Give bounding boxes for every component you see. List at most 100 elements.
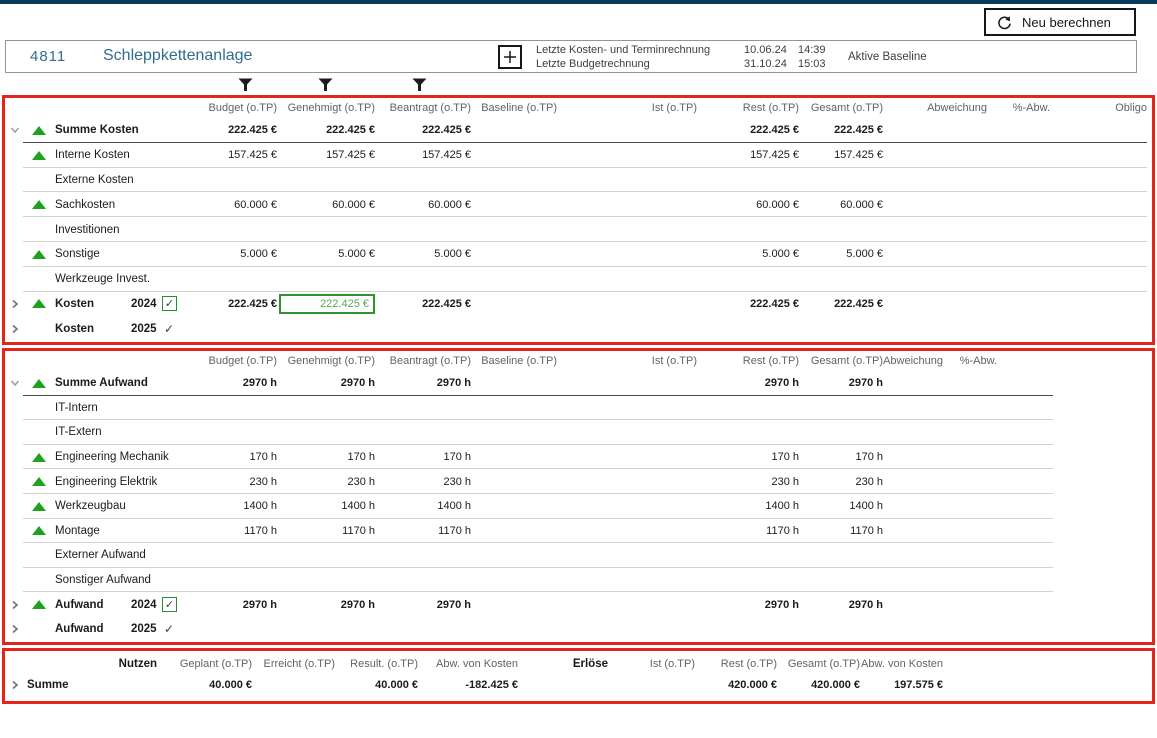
column-header: %-Abw. xyxy=(943,355,997,367)
column-header: Genehmigt (o.TP) xyxy=(277,355,375,367)
recalculate-label: Neu berechnen xyxy=(1022,15,1111,30)
triangle-up-icon xyxy=(32,151,46,160)
column-header: Abweichung xyxy=(883,102,987,114)
column-header-row: NutzenGeplant (o.TP)Erreicht (o.TP)Resul… xyxy=(5,654,943,674)
last-cost-calc-label: Letzte Kosten- und Terminrechnung xyxy=(536,44,710,58)
column-header: Rest (o.TP) xyxy=(697,355,799,367)
table-row: IT-Extern xyxy=(5,420,1053,445)
table-row: Interne Kosten157.425 €157.425 €157.425 … xyxy=(5,143,1147,168)
value-cell: 60.000 € xyxy=(799,199,883,211)
row-label: Montage xyxy=(53,525,157,537)
row-label: Externe Kosten xyxy=(53,174,157,186)
column-header: Rest (o.TP) xyxy=(697,102,799,114)
value-cell: 230 h xyxy=(277,476,375,488)
chevron-right-icon[interactable] xyxy=(5,323,25,335)
check-cell: ✓ xyxy=(157,597,203,612)
column-header: Erreicht (o.TP) xyxy=(252,658,335,670)
row-label: Kosten xyxy=(53,298,131,310)
table-row: Engineering Mechanik170 h170 h170 h170 h… xyxy=(5,445,1053,470)
row-label: Interne Kosten xyxy=(53,149,157,161)
chevron-down-icon[interactable] xyxy=(5,377,25,389)
table-row: Aufwand2025✓ xyxy=(5,617,1053,642)
value-cell: 222.425 € xyxy=(203,298,277,310)
trend-cell xyxy=(25,526,53,535)
trend-cell xyxy=(25,250,53,259)
value-cell: 40.000 € xyxy=(157,679,252,691)
project-name: Schleppkettenanlage xyxy=(103,47,252,65)
triangle-up-icon xyxy=(32,502,46,511)
column-header: Beantragt (o.TP) xyxy=(375,355,471,367)
value-cell: 157.425 € xyxy=(799,149,883,161)
value-cell: 2970 h xyxy=(697,599,799,611)
last-budget-calc-date: 31.10.24 xyxy=(744,58,787,72)
column-header-row: Budget (o.TP)Genehmigt (o.TP)Beantragt (… xyxy=(5,351,1053,371)
value-cell: 222.425 € xyxy=(799,298,883,310)
chevron-right-icon[interactable] xyxy=(5,298,25,310)
summe-section: NutzenGeplant (o.TP)Erreicht (o.TP)Resul… xyxy=(2,648,1155,704)
table-row: Sonstige5.000 €5.000 €5.000 €5.000 €5.00… xyxy=(5,242,1147,267)
value-cell: 197.575 € xyxy=(860,679,943,691)
editable-value-cell[interactable]: 222.425 € xyxy=(279,294,375,314)
value-cell: 170 h xyxy=(799,451,883,463)
value-cell: 222.425 € xyxy=(277,124,375,136)
row-label: Sonstige xyxy=(53,248,157,260)
row-label: IT-Intern xyxy=(53,402,157,414)
column-header: Gesamt (o.TP) xyxy=(777,658,860,670)
column-header: Ist (o.TP) xyxy=(557,102,697,114)
column-header: Nutzen xyxy=(25,658,157,670)
last-calculation-times: 14:39 15:03 xyxy=(798,44,826,71)
value-cell: 170 h xyxy=(203,451,277,463)
value-cell: 1170 h xyxy=(799,525,883,537)
checkmark-icon: ✓ xyxy=(164,322,174,336)
last-cost-calc-time: 14:39 xyxy=(798,44,826,58)
column-header: Abw. von Kosten xyxy=(418,658,518,670)
filter-icon[interactable] xyxy=(238,78,253,93)
column-header: Abw. von Kosten xyxy=(860,658,943,670)
row-label: IT-Extern xyxy=(53,426,157,438)
column-header: Geplant (o.TP) xyxy=(157,658,252,670)
value-cell: 222.425 € xyxy=(203,124,277,136)
value-cell: 5.000 € xyxy=(697,248,799,260)
row-label: Werkzeugbau xyxy=(53,500,157,512)
value-cell: 222.425 € xyxy=(277,294,375,314)
refresh-icon xyxy=(996,14,1013,31)
trend-cell xyxy=(25,600,53,609)
table-row: Externe Kosten xyxy=(5,168,1147,193)
chevron-right-icon[interactable] xyxy=(5,599,25,611)
table-row: Montage1170 h1170 h1170 h1170 h1170 h xyxy=(5,519,1053,544)
active-baseline-label: Aktive Baseline xyxy=(848,51,927,63)
column-header: %-Abw. xyxy=(987,102,1050,114)
trend-cell xyxy=(25,477,53,486)
value-cell: 222.425 € xyxy=(375,124,471,136)
table-row: Kosten2024✓222.425 €222.425 €222.425 €22… xyxy=(5,292,1147,317)
value-cell: 157.425 € xyxy=(697,149,799,161)
row-label: Summe Aufwand xyxy=(53,377,157,389)
year-checkbox[interactable]: ✓ xyxy=(162,296,177,311)
chevron-down-icon[interactable] xyxy=(5,124,25,136)
year-checkbox[interactable]: ✓ xyxy=(162,597,177,612)
column-header: Ist (o.TP) xyxy=(557,355,697,367)
table-row: Kosten2025✓ xyxy=(5,316,1147,341)
recalculate-button[interactable]: Neu berechnen xyxy=(984,8,1136,36)
table-row: Engineering Elektrik230 h230 h230 h230 h… xyxy=(5,469,1053,494)
add-button[interactable] xyxy=(498,45,522,69)
triangle-up-icon xyxy=(32,250,46,259)
filter-icon[interactable] xyxy=(412,78,427,93)
table-row: Sonstiger Aufwand xyxy=(5,568,1053,593)
value-cell: 2970 h xyxy=(277,377,375,389)
column-header: Rest (o.TP) xyxy=(695,658,777,670)
value-cell: 222.425 € xyxy=(697,124,799,136)
value-cell: 1170 h xyxy=(375,525,471,537)
filter-icon[interactable] xyxy=(318,78,333,93)
value-cell: 5.000 € xyxy=(203,248,277,260)
chevron-right-icon[interactable] xyxy=(5,623,25,635)
column-header: Baseline (o.TP) xyxy=(471,355,557,367)
table-row: Summe40.000 €40.000 €-182.425 €420.000 €… xyxy=(5,674,943,696)
column-header: Budget (o.TP) xyxy=(203,102,277,114)
value-cell: 230 h xyxy=(203,476,277,488)
column-header-row: Budget (o.TP)Genehmigt (o.TP)Beantragt (… xyxy=(5,98,1147,118)
trend-cell xyxy=(25,502,53,511)
value-cell: 2970 h xyxy=(203,377,277,389)
chevron-right-icon[interactable] xyxy=(5,679,25,691)
value-cell: 2970 h xyxy=(203,599,277,611)
